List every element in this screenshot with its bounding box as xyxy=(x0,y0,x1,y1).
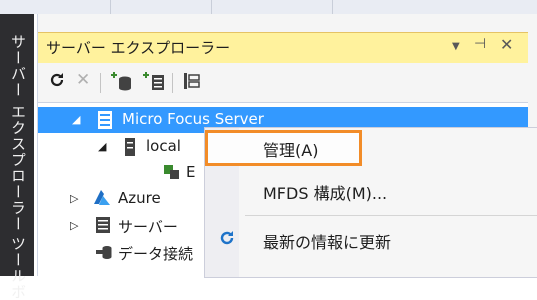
panel-title: サーバー エクスプローラー xyxy=(46,39,231,57)
menu-item-label: 最新の情報に更新 xyxy=(263,233,392,252)
expand-arrow-icon[interactable]: ◢ xyxy=(98,140,106,153)
top-strip-segment xyxy=(212,0,333,14)
menu-item-refresh[interactable]: 最新の情報に更新 xyxy=(205,220,537,258)
menu-item-label: MFDS 構成(M)... xyxy=(263,184,388,203)
tree-node-label: データ接続 xyxy=(118,245,194,263)
connect-database-icon[interactable] xyxy=(110,71,134,91)
tree-node-label: E xyxy=(186,163,196,181)
expand-arrow-icon[interactable]: ◢ xyxy=(72,113,80,126)
tree-node-label: サーバー xyxy=(118,218,178,236)
tree-node-label: local xyxy=(146,137,181,155)
servers-icon xyxy=(96,217,110,233)
refresh-icon[interactable] xyxy=(48,71,66,91)
top-strip-segment xyxy=(111,0,212,14)
close-icon[interactable]: ✕ xyxy=(500,35,513,54)
top-strip-segment xyxy=(0,0,111,14)
tree-node-label: Micro Focus Server xyxy=(122,110,264,128)
connect-server-icon[interactable] xyxy=(142,71,166,91)
azure-icon xyxy=(94,190,110,206)
context-menu: 管理(A) MFDS 構成(M)... 最新の情報に更新 xyxy=(204,127,537,278)
stop-icon[interactable]: ✕ xyxy=(76,70,90,90)
data-connection-icon xyxy=(96,244,112,260)
menu-item-manage[interactable]: 管理(A) xyxy=(205,128,537,166)
server-icon xyxy=(98,111,112,129)
top-strip xyxy=(0,0,537,14)
collapse-arrow-icon[interactable]: ▷ xyxy=(70,219,78,232)
window-position-dropdown-icon[interactable]: ▼ xyxy=(452,41,460,52)
toolbar-separator xyxy=(172,73,173,93)
tree-node-label: Azure xyxy=(118,189,161,207)
dock-tab-server-explorer[interactable]: サーバー エクスプローラー xyxy=(7,34,29,232)
refresh-icon xyxy=(218,229,236,252)
panel-toolbar: ✕ xyxy=(38,63,528,101)
dock-tab-toolbox[interactable]: ツールボ xyxy=(7,236,29,300)
menu-item-mfds-config[interactable]: MFDS 構成(M)... xyxy=(205,171,537,209)
left-dock: サーバー エクスプローラー ツールボ xyxy=(0,14,34,300)
auto-hide-pin-icon[interactable]: ⊣ xyxy=(474,36,486,52)
region-icon xyxy=(164,164,179,180)
collapse-arrow-icon[interactable]: ▷ xyxy=(70,192,78,205)
server-icon xyxy=(124,138,138,156)
panel-title-bar[interactable]: サーバー エクスプローラー ▼ ⊣ ✕ xyxy=(38,32,528,64)
menu-item-label: 管理(A) xyxy=(263,141,319,160)
toolbar-separator xyxy=(100,73,101,93)
menu-separator xyxy=(245,215,537,216)
connect-sharepoint-icon[interactable] xyxy=(182,71,202,91)
